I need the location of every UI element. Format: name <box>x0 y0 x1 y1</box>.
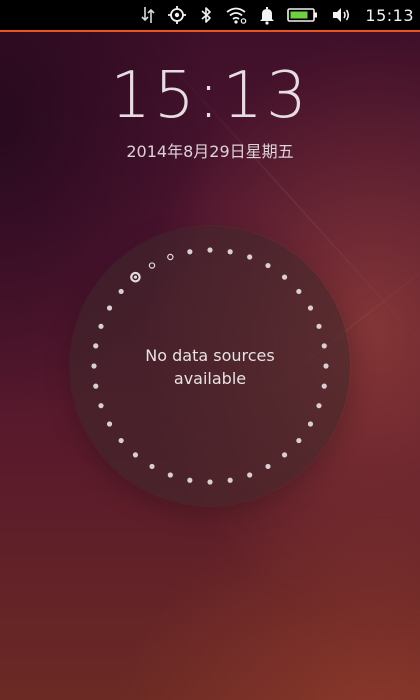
infographic-dot <box>187 249 193 255</box>
infographic-dot <box>296 437 302 444</box>
infographic-message: No data sources available <box>145 346 275 388</box>
data-transfer-icon[interactable] <box>141 5 155 25</box>
infographic-dot <box>316 323 322 329</box>
infographic-dot <box>132 452 139 458</box>
lockscreen-date: 2014年8月29日星期五 <box>126 142 294 161</box>
notification-bell-icon[interactable] <box>259 5 275 25</box>
infographic-dot <box>227 477 233 483</box>
infographic-dot <box>118 437 124 444</box>
infographic-dot <box>98 403 104 409</box>
status-time[interactable]: 15:13 <box>365 6 414 25</box>
infographic-dot <box>106 421 113 427</box>
infographic-dot <box>187 477 193 483</box>
infographic-dot <box>149 463 155 470</box>
infographic-dot <box>227 249 233 255</box>
infographic-dot <box>93 343 99 349</box>
infographic-dot <box>321 343 327 349</box>
infographic-dot <box>207 479 213 485</box>
status-bar[interactable]: 15:13 <box>0 0 420 30</box>
infographic-dot <box>316 403 322 409</box>
infographic-dot <box>93 383 99 389</box>
infographic-dot <box>247 472 253 478</box>
wifi-icon[interactable] <box>225 6 247 24</box>
volume-icon[interactable] <box>331 6 351 24</box>
infographic-dot <box>118 288 124 295</box>
infographic-dot <box>265 463 271 470</box>
status-indicators[interactable]: 15:13 <box>141 0 414 30</box>
infographic-dot <box>207 247 213 253</box>
infographic-dot <box>106 305 113 311</box>
infographic-dot <box>265 262 271 269</box>
infographic-dot <box>167 253 174 261</box>
infographic-dot <box>323 363 329 369</box>
infographic-dot <box>148 262 156 269</box>
location-icon[interactable] <box>167 5 187 25</box>
infographic-dot-current <box>133 275 138 279</box>
infographic-dot <box>296 288 302 295</box>
infographic-dot <box>91 363 97 369</box>
infographic-dot <box>247 254 253 260</box>
infographic-dot <box>307 421 314 427</box>
battery-icon[interactable] <box>287 7 319 23</box>
bluetooth-icon[interactable] <box>199 5 213 25</box>
infographic-dot <box>321 383 327 389</box>
infographic-dot <box>98 323 104 329</box>
status-bar-accent-line <box>0 30 420 32</box>
infographic-dot <box>281 274 288 280</box>
lockscreen-clock: 15:13 <box>110 59 310 133</box>
infographic-dot <box>307 305 314 311</box>
infographic-dot <box>167 472 173 478</box>
infographic-dot <box>281 452 288 458</box>
